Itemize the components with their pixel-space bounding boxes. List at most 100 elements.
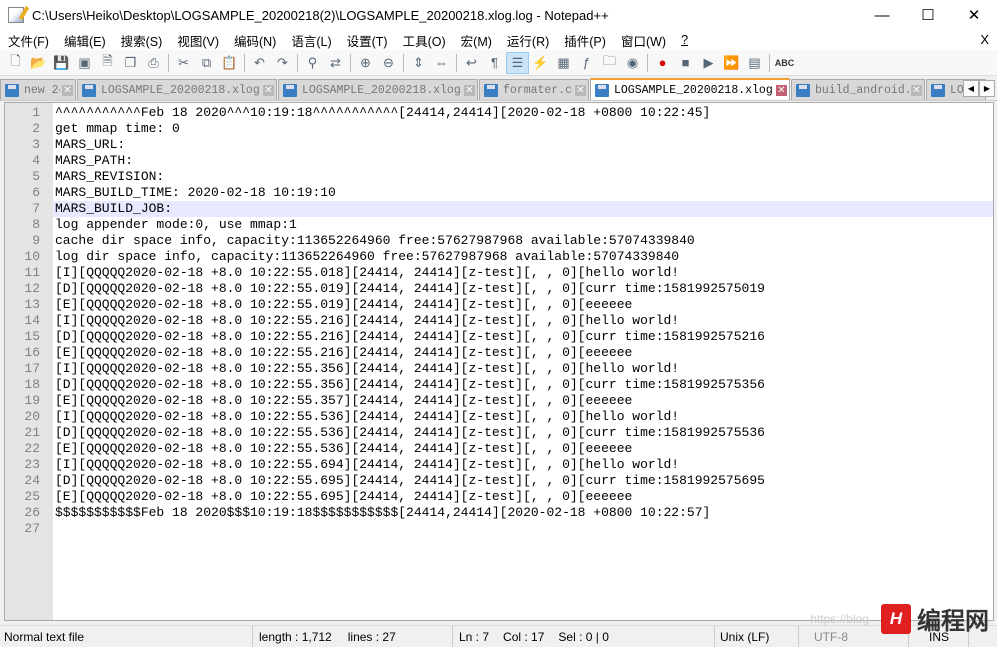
- editor-line[interactable]: 26 $$$$$$$$$$$Feb 18 2020$$$10:19:18$$$$$…: [5, 505, 993, 521]
- copy-icon[interactable]: ⧉: [195, 52, 218, 74]
- editor-line[interactable]: 3 MARS_URL:: [5, 137, 993, 153]
- tab-close-icon[interactable]: ✕: [464, 84, 475, 96]
- menu-item-3[interactable]: 视图(V): [169, 31, 226, 50]
- editor-line[interactable]: 17 [I][QQQQQ2020-02-18 +8.0 10:22:55.356]…: [5, 361, 993, 377]
- tab-4[interactable]: LOGSAMPLE_20200218.xlog.log✕: [590, 78, 790, 100]
- document-map-icon[interactable]: ▦: [552, 52, 575, 74]
- line-number: 4: [5, 153, 53, 169]
- redo-icon[interactable]: ↷: [271, 52, 294, 74]
- tab-close-icon[interactable]: ✕: [263, 84, 274, 96]
- editor-line[interactable]: 27: [5, 521, 993, 537]
- menu-item-6[interactable]: 设置(T): [339, 31, 395, 50]
- monitoring-icon[interactable]: ◉: [621, 52, 644, 74]
- maximize-button[interactable]: ☐: [905, 0, 951, 30]
- tab-3[interactable]: formater.cc ✕: [479, 79, 589, 100]
- line-number: 24: [5, 473, 53, 489]
- minimize-button[interactable]: —: [859, 0, 905, 30]
- editor-line[interactable]: 8 log appender mode:0, use mmap:1: [5, 217, 993, 233]
- cut-icon[interactable]: ✂: [172, 52, 195, 74]
- sync-vertical-icon[interactable]: ⇕: [407, 52, 430, 74]
- menu-item-10[interactable]: 插件(P): [556, 31, 613, 50]
- editor-line[interactable]: 9 cache dir space info, capacity:11365226…: [5, 233, 993, 249]
- menu-item-12[interactable]: ?: [673, 33, 695, 47]
- replace-icon[interactable]: ⇄: [324, 52, 347, 74]
- tab-5[interactable]: build_android.py✕: [791, 79, 925, 100]
- editor-line[interactable]: 10 log dir space info, capacity:113652264…: [5, 249, 993, 265]
- tab-close-icon[interactable]: ✕: [62, 84, 73, 96]
- editor-line[interactable]: 18 [D][QQQQQ2020-02-18 +8.0 10:22:55.356]…: [5, 377, 993, 393]
- menu-item-1[interactable]: 编辑(E): [56, 31, 113, 50]
- line-number: 20: [5, 409, 53, 425]
- editor-line[interactable]: 11 [I][QQQQQ2020-02-18 +8.0 10:22:55.018]…: [5, 265, 993, 281]
- editor-line[interactable]: 19 [E][QQQQQ2020-02-18 +8.0 10:22:55.357]…: [5, 393, 993, 409]
- menu-item-2[interactable]: 搜索(S): [113, 31, 170, 50]
- menu-item-0[interactable]: 文件(F): [0, 31, 56, 50]
- new-file-icon[interactable]: 🗋: [4, 52, 27, 74]
- status-position: Ln : 7 Col : 17 Sel : 0 | 0: [453, 626, 715, 647]
- close-document-button[interactable]: X: [980, 32, 989, 47]
- play-macro-icon[interactable]: ▶: [697, 52, 720, 74]
- zoom-out-icon[interactable]: ⊖: [377, 52, 400, 74]
- show-all-characters-icon[interactable]: ¶: [483, 52, 506, 74]
- editor-line[interactable]: 22 [E][QQQQQ2020-02-18 +8.0 10:22:55.536]…: [5, 441, 993, 457]
- user-defined-language-icon[interactable]: ⚡: [529, 52, 552, 74]
- tab-scroll-right-button[interactable]: ▶: [979, 80, 995, 97]
- tab-1[interactable]: LOGSAMPLE_20200218.xlog.log✕: [77, 79, 277, 100]
- tab-scroll-left-button[interactable]: ◀: [963, 80, 979, 97]
- menu-item-9[interactable]: 运行(R): [499, 31, 556, 50]
- open-file-icon[interactable]: 📂: [27, 52, 50, 74]
- editor-line[interactable]: 13 [E][QQQQQ2020-02-18 +8.0 10:22:55.019]…: [5, 297, 993, 313]
- editor-line[interactable]: 7 MARS_BUILD_JOB:: [5, 201, 993, 217]
- save-macro-icon[interactable]: ▤: [743, 52, 766, 74]
- editor-line[interactable]: 1 ^^^^^^^^^^^Feb 18 2020^^^10:19:18^^^^^^…: [5, 105, 993, 121]
- editor-line[interactable]: 5 MARS_REVISION:: [5, 169, 993, 185]
- editor-line[interactable]: 16 [E][QQQQQ2020-02-18 +8.0 10:22:55.216]…: [5, 345, 993, 361]
- indent-guide-icon[interactable]: ☰: [506, 51, 529, 74]
- close-button[interactable]: ✕: [951, 0, 997, 30]
- paste-icon[interactable]: 📋: [218, 52, 241, 74]
- tab-close-icon[interactable]: ✕: [911, 84, 922, 96]
- undo-icon[interactable]: ↶: [248, 52, 271, 74]
- tab-0[interactable]: new 24✕: [0, 79, 76, 100]
- word-wrap-icon[interactable]: ↩: [460, 52, 483, 74]
- text-editor[interactable]: 1 ^^^^^^^^^^^Feb 18 2020^^^10:19:18^^^^^^…: [4, 102, 994, 621]
- status-file-type: Normal text file: [0, 626, 253, 647]
- print-icon[interactable]: ⎙: [142, 52, 165, 74]
- record-macro-icon[interactable]: ●: [651, 52, 674, 74]
- function-list-icon[interactable]: ƒ: [575, 52, 598, 74]
- tab-close-icon[interactable]: ✕: [575, 84, 586, 96]
- folder-as-workspace-icon[interactable]: 🗀: [598, 52, 621, 74]
- line-number: 12: [5, 281, 53, 297]
- stop-recording-icon[interactable]: ■: [674, 52, 697, 74]
- editor-line[interactable]: 6 MARS_BUILD_TIME: 2020-02-18 10:19:10: [5, 185, 993, 201]
- menu-item-7[interactable]: 工具(O): [395, 31, 453, 50]
- find-icon[interactable]: ⚲: [301, 52, 324, 74]
- tab-2[interactable]: LOGSAMPLE_20200218.xlog.log✕: [278, 79, 478, 100]
- editor-line[interactable]: 21 [D][QQQQQ2020-02-18 +8.0 10:22:55.536]…: [5, 425, 993, 441]
- menu-item-5[interactable]: 语言(L): [283, 31, 338, 50]
- editor-line[interactable]: 20 [I][QQQQQ2020-02-18 +8.0 10:22:55.536]…: [5, 409, 993, 425]
- tab-close-icon[interactable]: ✕: [776, 84, 787, 96]
- editor-line[interactable]: 14 [I][QQQQQ2020-02-18 +8.0 10:22:55.216]…: [5, 313, 993, 329]
- save-all-icon[interactable]: ▣: [73, 52, 96, 74]
- spell-check-icon[interactable]: ABC: [773, 52, 796, 74]
- editor-line[interactable]: 24 [D][QQQQQ2020-02-18 +8.0 10:22:55.695]…: [5, 473, 993, 489]
- close-icon[interactable]: 🗎: [96, 52, 119, 74]
- editor-line[interactable]: 4 MARS_PATH:: [5, 153, 993, 169]
- menu-item-4[interactable]: 编码(N): [226, 31, 283, 50]
- close-all-icon[interactable]: ❐: [119, 52, 142, 74]
- editor-line[interactable]: 12 [D][QQQQQ2020-02-18 +8.0 10:22:55.019]…: [5, 281, 993, 297]
- editor-line[interactable]: 15 [D][QQQQQ2020-02-18 +8.0 10:22:55.216]…: [5, 329, 993, 345]
- editor-line[interactable]: 25 [E][QQQQQ2020-02-18 +8.0 10:22:55.695]…: [5, 489, 993, 505]
- save-icon[interactable]: 💾: [50, 52, 73, 74]
- zoom-in-icon[interactable]: ⊕: [354, 52, 377, 74]
- line-number: 16: [5, 345, 53, 361]
- line-text: MARS_BUILD_JOB:: [55, 201, 173, 216]
- run-macro-multiple-icon[interactable]: ⏩: [720, 52, 743, 74]
- editor-line[interactable]: 2 get mmap time: 0: [5, 121, 993, 137]
- menu-item-11[interactable]: 窗口(W): [613, 31, 673, 50]
- menu-item-8[interactable]: 宏(M): [453, 31, 499, 50]
- sync-horizontal-icon[interactable]: ⇔: [430, 52, 453, 74]
- status-eol[interactable]: Unix (LF): [715, 626, 799, 647]
- editor-line[interactable]: 23 [I][QQQQQ2020-02-18 +8.0 10:22:55.694]…: [5, 457, 993, 473]
